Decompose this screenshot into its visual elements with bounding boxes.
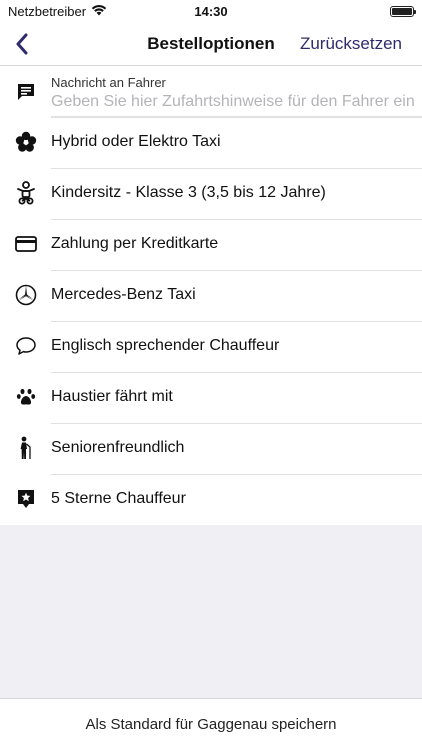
option-label: Englisch sprechender Chauffeur [51,337,280,354]
speech-bubble-icon [14,334,38,358]
save-default-label: Als Standard für Gaggenau speichern [85,716,337,733]
credit-card-icon [14,232,38,256]
options-list: Nachricht an Fahrer Hybrid oder Elektro … [0,66,422,525]
battery-fill [392,7,412,15]
option-english-chauffeur[interactable]: Englisch sprechender Chauffeur [0,321,422,372]
flower-icon [14,130,38,154]
mercedes-star-icon [14,283,38,307]
senior-icon [14,436,38,460]
option-label: Hybrid oder Elektro Taxi [51,133,221,150]
option-label: Seniorenfreundlich [51,439,185,456]
option-mercedes-benz[interactable]: Mercedes-Benz Taxi [0,270,422,321]
option-label: 5 Sterne Chauffeur [51,490,186,507]
option-label: Kindersitz - Klasse 3 (3,5 bis 12 Jahre) [51,184,326,201]
message-label: Nachricht an Fahrer [51,75,166,90]
child-seat-icon [14,181,38,205]
message-input[interactable] [51,92,416,112]
battery-icon [390,5,416,17]
carrier-label: Netzbetreiber [8,3,87,19]
paw-icon [14,385,38,409]
reset-button[interactable]: Zurücksetzen [300,34,402,54]
status-left: Netzbetreiber [8,4,107,19]
option-label: Haustier fährt mit [51,388,173,405]
option-label: Zahlung per Kreditkarte [51,235,219,252]
option-senior-friendly[interactable]: Seniorenfreundlich [0,423,422,474]
message-to-driver: Nachricht an Fahrer [0,66,422,117]
option-credit-card[interactable]: Zahlung per Kreditkarte [0,219,422,270]
option-five-star-chauffeur[interactable]: 5 Sterne Chauffeur [0,474,422,525]
option-hybrid-electric[interactable]: Hybrid oder Elektro Taxi [0,117,422,168]
option-child-seat[interactable]: Kindersitz - Klasse 3 (3,5 bis 12 Jahre) [0,168,422,219]
wifi-icon [91,4,107,19]
message-icon [14,80,38,104]
status-bar: Netzbetreiber 14:30 [0,0,422,22]
star-badge-icon [14,487,38,511]
option-pet[interactable]: Haustier fährt mit [0,372,422,423]
save-default-button[interactable]: Als Standard für Gaggenau speichern [0,698,422,750]
navigation-bar: Bestelloptionen Zurücksetzen [0,22,422,66]
option-label: Mercedes-Benz Taxi [51,286,196,303]
